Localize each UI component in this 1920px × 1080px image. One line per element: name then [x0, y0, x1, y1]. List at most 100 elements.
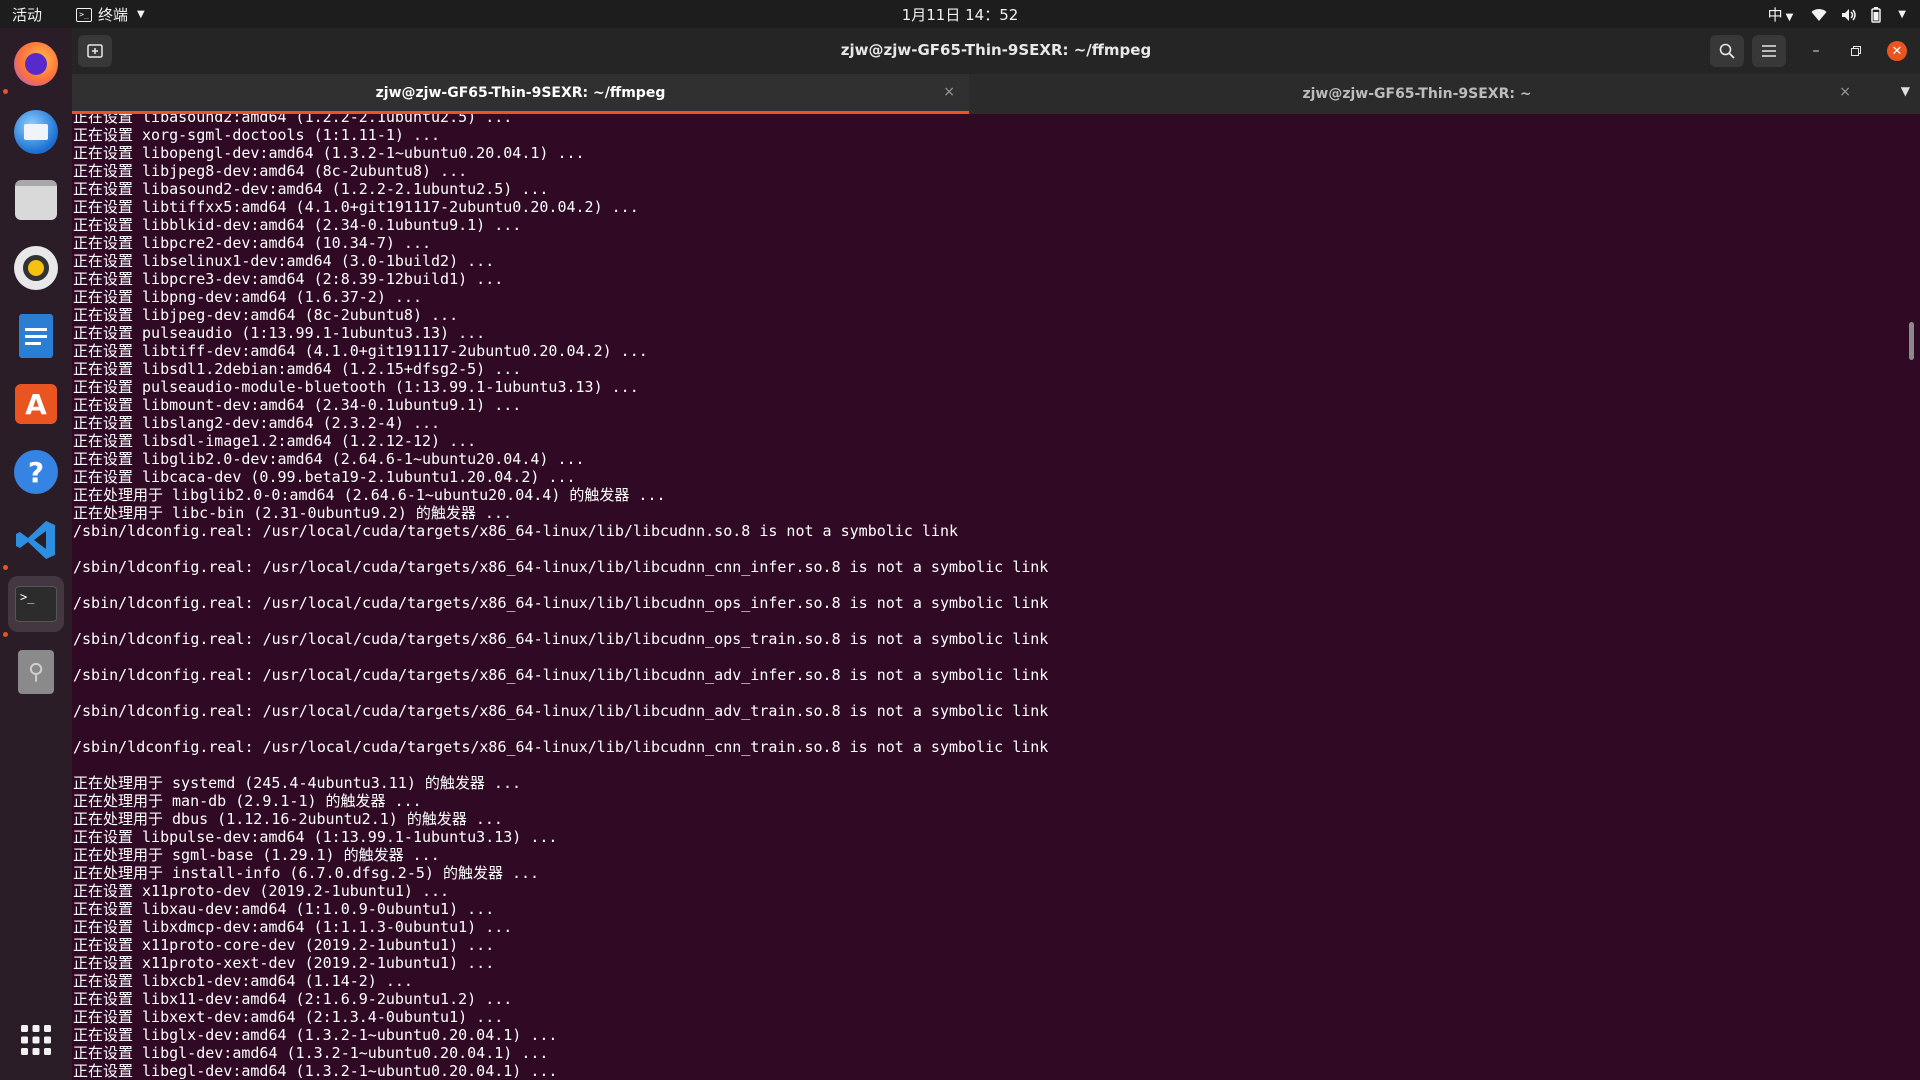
terminal-line: /sbin/ldconfig.real: /usr/local/cuda/tar…: [73, 666, 1049, 684]
vscode-icon: [16, 521, 55, 559]
terminal-small-icon: >_: [76, 7, 92, 22]
activities-button[interactable]: 活动: [12, 4, 42, 25]
new-tab-icon: [87, 44, 103, 58]
dock-item-files[interactable]: [8, 172, 64, 228]
terminal-line: 正在设置 x11proto-core-dev (2019.2-1ubuntu1)…: [73, 936, 495, 954]
close-icon: ✕: [1891, 43, 1903, 59]
app-menu-label: 终端: [98, 6, 129, 24]
close-tab-icon[interactable]: ×: [1839, 84, 1851, 100]
hamburger-menu-icon: [1762, 45, 1776, 57]
dock-item-firefox[interactable]: [8, 36, 64, 92]
dock-item-software[interactable]: A: [8, 376, 64, 432]
software-center-icon: A: [15, 384, 57, 424]
tab-label: zjw@zjw-GF65-Thin-9SEXR: ~: [1302, 86, 1532, 102]
activities-label: 活动: [12, 6, 43, 24]
running-indicator: [3, 565, 8, 570]
minimize-button[interactable]: –: [1806, 41, 1826, 61]
files-icon: [15, 180, 57, 220]
input-method-indicator[interactable]: 中 ▼: [1768, 4, 1794, 25]
terminal-line: 正在设置 libasound2-dev:amd64 (1.2.2-2.1ubun…: [73, 180, 549, 198]
help-icon: ?: [14, 450, 58, 494]
wifi-icon: [1811, 8, 1827, 21]
terminal-line: 正在处理用于 man-db (2.9.1-1) 的触发器 ...: [73, 792, 422, 810]
terminal-line: 正在设置 libxext-dev:amd64 (2:1.3.4-0ubuntu1…: [73, 1008, 504, 1026]
terminal-line: 正在设置 libpng-dev:amd64 (1.6.37-2) ...: [73, 288, 422, 306]
terminal-line: /sbin/ldconfig.real: /usr/local/cuda/tar…: [73, 738, 1049, 756]
terminal-line: 正在设置 libglib2.0-dev:amd64 (2.64.6-1~ubun…: [73, 450, 585, 468]
terminal-line: 正在设置 libjpeg-dev:amd64 (8c-2ubuntu8) ...: [73, 306, 459, 324]
terminal-line: 正在设置 libegl-dev:amd64 (1.3.2-1~ubuntu0.2…: [73, 1062, 558, 1080]
terminal-line: /sbin/ldconfig.real: /usr/local/cuda/tar…: [73, 522, 959, 540]
minimize-icon: –: [1812, 43, 1820, 59]
terminal-line: 正在设置 libpulse-dev:amd64 (1:13.99.1-1ubun…: [73, 828, 558, 846]
restore-icon: [1851, 46, 1861, 56]
terminal-line: 正在设置 libjpeg8-dev:amd64 (8c-2ubuntu8) ..…: [73, 162, 468, 180]
firefox-icon: [14, 42, 58, 86]
terminal-output[interactable]: 正在设置 libasound2:amd64 (1.2.2-2.1ubuntu2.…: [72, 114, 1903, 1080]
maximize-button[interactable]: [1846, 41, 1866, 61]
terminal-line: 正在设置 x11proto-xext-dev (2019.2-1ubuntu1)…: [73, 954, 495, 972]
system-menu[interactable]: ▼: [1811, 6, 1906, 23]
thunderbird-icon: [14, 110, 58, 154]
terminal-line: 正在设置 libasound2:amd64 (1.2.2-2.1ubuntu2.…: [73, 114, 513, 126]
dock-item-rhythmbox[interactable]: [8, 240, 64, 296]
show-apps-icon: [21, 1025, 51, 1055]
terminal-window: zjw@zjw-GF65-Thin-9SEXR: ~/ffmpeg – ✕ zj…: [72, 28, 1920, 1080]
terminal-line: 正在处理用于 sgml-base (1.29.1) 的触发器 ...: [73, 846, 440, 864]
search-icon: [1719, 43, 1735, 59]
app-menu[interactable]: >_ 终端 ▼: [76, 4, 145, 25]
usb-drive-icon: ⚲: [18, 650, 54, 694]
chevron-down-icon: ▼: [1900, 84, 1910, 98]
scrollbar-thumb[interactable]: [1909, 322, 1914, 360]
dock-item-thunderbird[interactable]: [8, 104, 64, 160]
chevron-down-icon: ▼: [1898, 9, 1906, 20]
terminal-line: 正在设置 x11proto-dev (2019.2-1ubuntu1) ...: [73, 882, 450, 900]
dock-item-vscode[interactable]: [8, 512, 64, 568]
volume-icon: [1842, 8, 1857, 21]
window-title: zjw@zjw-GF65-Thin-9SEXR: ~/ffmpeg: [840, 41, 1152, 59]
running-indicator: [3, 89, 8, 94]
close-button[interactable]: ✕: [1887, 41, 1907, 61]
tab-list-button[interactable]: ▼: [1901, 84, 1910, 98]
terminal-line: 正在设置 libslang2-dev:amd64 (2.3.2-4) ...: [73, 414, 441, 432]
battery-icon: [1871, 6, 1882, 23]
search-button[interactable]: [1710, 35, 1744, 67]
terminal-line: /sbin/ldconfig.real: /usr/local/cuda/tar…: [73, 702, 1049, 720]
dock-item-help[interactable]: ?: [8, 444, 64, 500]
rhythmbox-icon: [14, 246, 58, 290]
menu-button[interactable]: [1752, 35, 1786, 67]
terminal-line: 正在设置 libtiff-dev:amd64 (4.1.0+git191117-…: [73, 342, 648, 360]
terminal-line: 正在设置 libblkid-dev:amd64 (2.34-0.1ubuntu9…: [73, 216, 522, 234]
dock-item-usb[interactable]: ⚲: [8, 644, 64, 700]
terminal-line: 正在设置 libmount-dev:amd64 (2.34-0.1ubuntu9…: [73, 396, 522, 414]
terminal-line: 正在设置 libpcre2-dev:amd64 (10.34-7) ...: [73, 234, 432, 252]
terminal-line: 正在处理用于 dbus (1.12.16-2ubuntu2.1) 的触发器 ..…: [73, 810, 503, 828]
tab-ffmpeg[interactable]: zjw@zjw-GF65-Thin-9SEXR: ~/ffmpeg ×: [72, 74, 969, 114]
terminal-line: 正在设置 libx11-dev:amd64 (2:1.6.9-2ubuntu1.…: [73, 990, 513, 1008]
clock-area: 1月11日 14：52: [0, 4, 1920, 25]
tab-label: zjw@zjw-GF65-Thin-9SEXR: ~/ffmpeg: [375, 84, 666, 101]
chevron-down-icon: ▼: [137, 9, 145, 20]
dock-item-show-apps[interactable]: [8, 1012, 64, 1068]
terminal-line: 正在设置 libsdl1.2debian:amd64 (1.2.15+dfsg2…: [73, 360, 522, 378]
terminal-line: 正在设置 libtiffxx5:amd64 (4.1.0+git191117-2…: [73, 198, 639, 216]
close-tab-icon[interactable]: ×: [943, 84, 955, 100]
input-method-label: 中: [1767, 6, 1783, 24]
terminal-line: 正在设置 libpcre3-dev:amd64 (2:8.39-12build1…: [73, 270, 504, 288]
dock-item-terminal[interactable]: >_: [8, 576, 64, 632]
libreoffice-writer-icon: [19, 314, 53, 358]
running-indicator: [3, 632, 8, 637]
dock-item-writer[interactable]: [8, 308, 64, 364]
terminal-icon: >_: [15, 586, 57, 622]
terminal-line: 正在设置 libglx-dev:amd64 (1.3.2-1~ubuntu0.2…: [73, 1026, 558, 1044]
clock[interactable]: 1月11日 14：52: [902, 6, 1019, 24]
terminal-line: 正在设置 pulseaudio-module-bluetooth (1:13.9…: [73, 378, 639, 396]
new-tab-button[interactable]: [78, 35, 112, 67]
tab-home[interactable]: zjw@zjw-GF65-Thin-9SEXR: ~ ×: [969, 74, 1865, 114]
header-bar: zjw@zjw-GF65-Thin-9SEXR: ~/ffmpeg – ✕: [72, 28, 1920, 74]
